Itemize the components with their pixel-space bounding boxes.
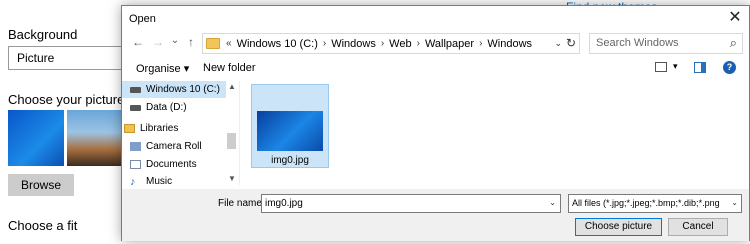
nav-item-windows-drive[interactable]: Windows 10 (C:): [122, 81, 226, 98]
scroll-down-icon[interactable]: ▼: [226, 173, 238, 185]
nav-item-data-drive[interactable]: Data (D:): [122, 99, 226, 116]
breadcrumb-web[interactable]: Web: [389, 38, 411, 50]
overflow-chevron-icon[interactable]: «: [226, 38, 232, 49]
nav-item-label: Libraries: [140, 123, 179, 134]
navigation-pane: Windows 10 (C:) Data (D:) Libraries Came…: [122, 81, 240, 188]
back-arrow-icon[interactable]: ←: [131, 35, 145, 49]
file-type-select[interactable]: All files (*.jpg;*.jpeg;*.bmp;*.dib;*.pn…: [568, 194, 742, 213]
nav-item-label: Camera Roll: [146, 141, 202, 152]
command-toolbar: Organise ▾ New folder ▾ ?: [122, 58, 749, 78]
search-input[interactable]: Search Windows ⌕: [589, 33, 743, 54]
nav-item-label: Data (D:): [146, 102, 187, 113]
change-view-icon[interactable]: [655, 62, 667, 72]
new-folder-button[interactable]: New folder: [203, 62, 256, 74]
file-name-value: img0.jpg: [265, 198, 303, 209]
drive-icon: [130, 104, 141, 111]
nav-item-libraries[interactable]: Libraries: [122, 120, 226, 137]
dialog-title: Open: [129, 13, 156, 25]
breadcrumb-separator[interactable]: ›: [323, 38, 326, 49]
organise-menu[interactable]: Organise ▾: [136, 62, 189, 75]
file-item[interactable]: img0.jpg: [251, 84, 329, 168]
file-type-value: All files (*.jpg;*.jpeg;*.bmp;*.dib;*.pn…: [572, 198, 720, 208]
folder-icon: [206, 38, 220, 49]
file-name-label: img0.jpg: [271, 155, 309, 166]
breadcrumb-separator[interactable]: ›: [417, 38, 420, 49]
breadcrumb-separator[interactable]: ›: [479, 38, 482, 49]
choose-picture-label: Choose your picture: [8, 92, 125, 107]
refresh-icon[interactable]: ↻: [566, 36, 576, 50]
file-thumbnail: [257, 111, 323, 151]
choose-picture-button[interactable]: Choose picture: [575, 218, 662, 236]
browse-button[interactable]: Browse: [8, 174, 74, 196]
nav-item-camera-roll[interactable]: Camera Roll: [122, 138, 226, 155]
nav-item-music[interactable]: ♪ Music: [122, 173, 226, 190]
search-icon[interactable]: ⌕: [730, 35, 737, 51]
view-options-dropdown-icon[interactable]: ▾: [673, 61, 678, 72]
background-label: Background: [8, 27, 78, 42]
nav-item-documents[interactable]: Documents: [122, 156, 226, 173]
search-placeholder: Search Windows: [596, 37, 679, 49]
scroll-up-icon[interactable]: ▲: [226, 81, 238, 93]
picture-thumb-beach[interactable]: [67, 110, 123, 166]
close-icon[interactable]: ✕: [727, 9, 743, 27]
navigation-bar: ← → ⌄ ↑ « Windows 10 (C:) › Windows › We…: [122, 32, 749, 56]
address-bar[interactable]: « Windows 10 (C:) › Windows › Web › Wall…: [202, 33, 580, 54]
nav-item-label: Windows 10 (C:): [146, 84, 220, 95]
open-dialog: Open ✕ ← → ⌄ ↑ « Windows 10 (C:) › Windo…: [121, 5, 750, 241]
breadcrumb-drive[interactable]: Windows 10 (C:): [237, 38, 318, 50]
dialog-titlebar: Open ✕: [122, 6, 749, 32]
help-icon[interactable]: ?: [723, 61, 736, 74]
music-icon: ♪: [130, 175, 136, 188]
chevron-down-icon[interactable]: ⌄: [549, 198, 556, 207]
recent-locations-icon[interactable]: ⌄: [168, 35, 182, 46]
file-name-label: File name:: [218, 198, 265, 209]
dialog-footer: File name: img0.jpg ⌄ All files (*.jpg;*…: [122, 189, 749, 241]
camera-roll-icon: [130, 142, 141, 151]
libraries-icon: [124, 124, 135, 133]
breadcrumb-wallpaper[interactable]: Wallpaper: [425, 38, 474, 50]
breadcrumb-windows[interactable]: Windows: [331, 38, 376, 50]
choose-fit-label: Choose a fit: [8, 218, 78, 233]
nav-pane-scrollbar[interactable]: ▲ ▼: [226, 81, 238, 185]
nav-item-label: Music: [146, 176, 173, 187]
drive-icon: [130, 86, 141, 93]
address-dropdown-icon[interactable]: ⌄: [554, 38, 562, 49]
documents-icon: [130, 160, 141, 169]
cancel-button[interactable]: Cancel: [668, 218, 728, 236]
preview-pane-icon[interactable]: [694, 62, 706, 73]
nav-item-label: Documents: [146, 159, 197, 170]
scrollbar-thumb[interactable]: [227, 133, 236, 149]
picture-thumb-windows[interactable]: [8, 110, 64, 166]
background-select[interactable]: Picture: [8, 46, 128, 70]
breadcrumb-windows-current[interactable]: Windows: [487, 38, 532, 50]
breadcrumb-separator[interactable]: ›: [381, 38, 384, 49]
forward-arrow-icon[interactable]: →: [151, 35, 165, 49]
chevron-down-icon[interactable]: ⌄: [731, 198, 738, 207]
up-arrow-icon[interactable]: ↑: [184, 35, 198, 49]
file-name-input[interactable]: img0.jpg ⌄: [261, 194, 561, 213]
